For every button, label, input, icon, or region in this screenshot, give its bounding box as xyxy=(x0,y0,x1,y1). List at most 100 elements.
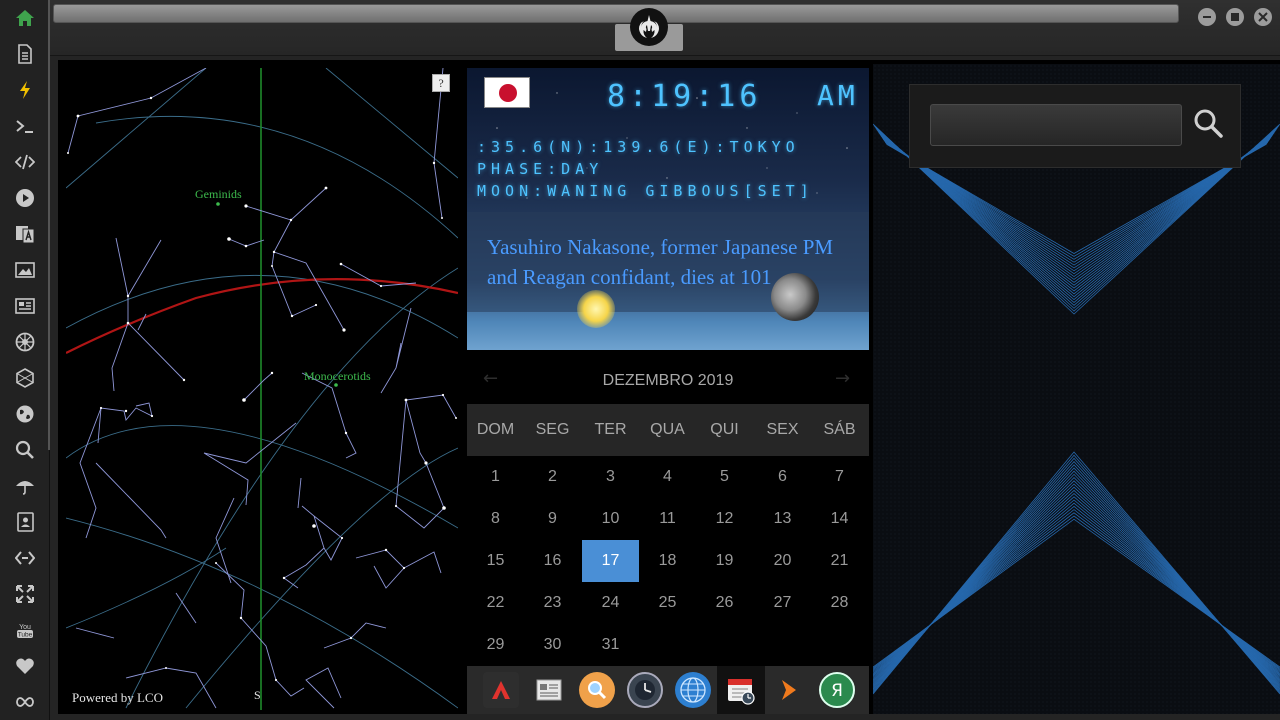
empire-icon[interactable] xyxy=(13,330,37,354)
search-icon[interactable] xyxy=(13,438,37,462)
calendar-day[interactable]: 24 xyxy=(582,582,639,624)
svg-text:Tube: Tube xyxy=(18,632,33,639)
weekday-label: QUA xyxy=(650,421,685,438)
infinity-icon[interactable] xyxy=(13,690,37,714)
japan-flag-icon xyxy=(484,77,530,108)
next-month-button[interactable]: → xyxy=(835,368,850,389)
calendar-day[interactable]: 18 xyxy=(639,540,696,582)
search-button[interactable] xyxy=(1192,107,1224,139)
calendar-day-today[interactable]: 17 xyxy=(582,540,639,582)
calendar-day[interactable]: 10 xyxy=(582,498,639,540)
calendar-day[interactable]: 9 xyxy=(524,498,581,540)
calendar-day[interactable]: 27 xyxy=(754,582,811,624)
newspaper-icon[interactable] xyxy=(13,294,37,318)
news-headline[interactable]: Yasuhiro Nakasone, former Japanese PM an… xyxy=(487,232,857,292)
calendar-day[interactable]: 7 xyxy=(811,456,868,498)
clock-moon-status: MOON:WANING GIBBOUS[SET] xyxy=(477,182,814,200)
maximize-button[interactable] xyxy=(1226,8,1244,26)
search-icon[interactable] xyxy=(579,672,615,708)
calendar-day[interactable]: 14 xyxy=(811,498,868,540)
clock-coordinates: :35.6(N):139.6(E):TOKYO xyxy=(477,138,800,156)
sky-map[interactable]: ? Geminids Monocerotids Powered by LCO S xyxy=(66,68,458,710)
weekday-header: DOM SEG TER QUA QUI SEX SÁB xyxy=(467,404,869,456)
calendar-day[interactable]: 25 xyxy=(639,582,696,624)
calendar-day[interactable]: 5 xyxy=(696,456,753,498)
umbrella-icon[interactable] xyxy=(13,474,37,498)
sidebar-scrollbar[interactable] xyxy=(48,0,50,450)
clock-ampm: AM xyxy=(817,79,859,112)
weekday-label: TER xyxy=(594,421,627,438)
newspaper-icon[interactable] xyxy=(531,672,567,708)
powered-by-credit[interactable]: Powered by LCO xyxy=(72,690,163,706)
calendar-day[interactable]: 20 xyxy=(754,540,811,582)
calendar: ← DEZEMBRO 2019 → DOM SEG TER QUA QUI SE… xyxy=(467,356,869,662)
calendar-day[interactable]: 31 xyxy=(582,624,639,666)
calendar-day[interactable]: 23 xyxy=(524,582,581,624)
expand-icon[interactable] xyxy=(13,582,37,606)
calendar-header: ← DEZEMBRO 2019 → xyxy=(467,356,869,404)
help-button[interactable]: ? xyxy=(432,74,450,92)
calendar-day[interactable]: 1 xyxy=(467,456,524,498)
address-bar[interactable] xyxy=(53,4,1179,23)
rebel-alliance-icon[interactable] xyxy=(630,8,668,46)
search-input[interactable] xyxy=(930,104,1182,146)
weekday-label: SÁB xyxy=(823,421,856,438)
weekday-label: DOM xyxy=(476,421,515,438)
dock: Я xyxy=(467,666,869,714)
sidebar: You Tube xyxy=(0,0,50,720)
contact-icon[interactable] xyxy=(13,510,37,534)
calendar-day[interactable]: 26 xyxy=(696,582,753,624)
meteor-label-geminids: Geminids xyxy=(195,187,242,201)
translate-icon[interactable] xyxy=(13,222,37,246)
youtube-icon[interactable]: You Tube xyxy=(13,618,37,642)
calendar-day[interactable]: 29 xyxy=(467,624,524,666)
calendar-day[interactable]: 4 xyxy=(639,456,696,498)
code-icon[interactable] xyxy=(13,150,37,174)
yandex-icon[interactable]: Я xyxy=(819,672,855,708)
calendar-day[interactable]: 19 xyxy=(696,540,753,582)
weekday-label: SEG xyxy=(535,421,570,438)
calendar-day[interactable]: 30 xyxy=(524,624,581,666)
terminal-icon[interactable] xyxy=(13,114,37,138)
calendar-day[interactable]: 28 xyxy=(811,582,868,624)
calendar-day[interactable]: 16 xyxy=(524,540,581,582)
document-icon[interactable] xyxy=(13,42,37,66)
hexagon-icon[interactable] xyxy=(13,366,37,390)
autodesk-icon[interactable] xyxy=(483,672,519,708)
calendar-day[interactable]: 8 xyxy=(467,498,524,540)
svg-text:You: You xyxy=(19,624,31,631)
code-link-icon[interactable] xyxy=(13,546,37,570)
calendar-day[interactable]: 13 xyxy=(754,498,811,540)
calendar-day[interactable]: 6 xyxy=(754,456,811,498)
top-bar xyxy=(50,0,1280,56)
play-icon[interactable] xyxy=(13,186,37,210)
search-widget xyxy=(909,84,1241,168)
desktop: You Tube ? Geminids Monocerotids Powered… xyxy=(0,0,1280,720)
close-button[interactable] xyxy=(1254,8,1272,26)
clock-time: 8:19:16 xyxy=(607,79,762,114)
calendar-day[interactable]: 12 xyxy=(696,498,753,540)
world-clock-panel: 8:19:16 AM :35.6(N):139.6(E):TOKYO PHASE… xyxy=(467,68,869,350)
heart-icon[interactable] xyxy=(13,654,37,678)
clock-icon[interactable] xyxy=(627,672,663,708)
calendar-day[interactable]: 15 xyxy=(467,540,524,582)
play-icon[interactable] xyxy=(771,672,807,708)
globe-icon[interactable] xyxy=(675,672,711,708)
clock-phase: PHASE:DAY xyxy=(477,160,604,178)
sun-icon xyxy=(577,290,615,328)
calendar-day[interactable]: 3 xyxy=(582,456,639,498)
compass-direction: S xyxy=(254,688,261,702)
image-icon[interactable] xyxy=(13,258,37,282)
calendar-day[interactable]: 22 xyxy=(467,582,524,624)
home-icon[interactable] xyxy=(13,6,37,30)
calendar-icon[interactable] xyxy=(723,672,759,708)
lightning-icon[interactable] xyxy=(13,78,37,102)
weekday-label: QUI xyxy=(710,421,739,438)
calendar-day[interactable]: 2 xyxy=(524,456,581,498)
globe-icon[interactable] xyxy=(13,402,37,426)
magnifier-icon xyxy=(1194,109,1223,138)
calendar-title: DEZEMBRO 2019 xyxy=(602,372,734,389)
calendar-day[interactable]: 21 xyxy=(811,540,868,582)
calendar-day[interactable]: 11 xyxy=(639,498,696,540)
minimize-button[interactable] xyxy=(1198,8,1216,26)
